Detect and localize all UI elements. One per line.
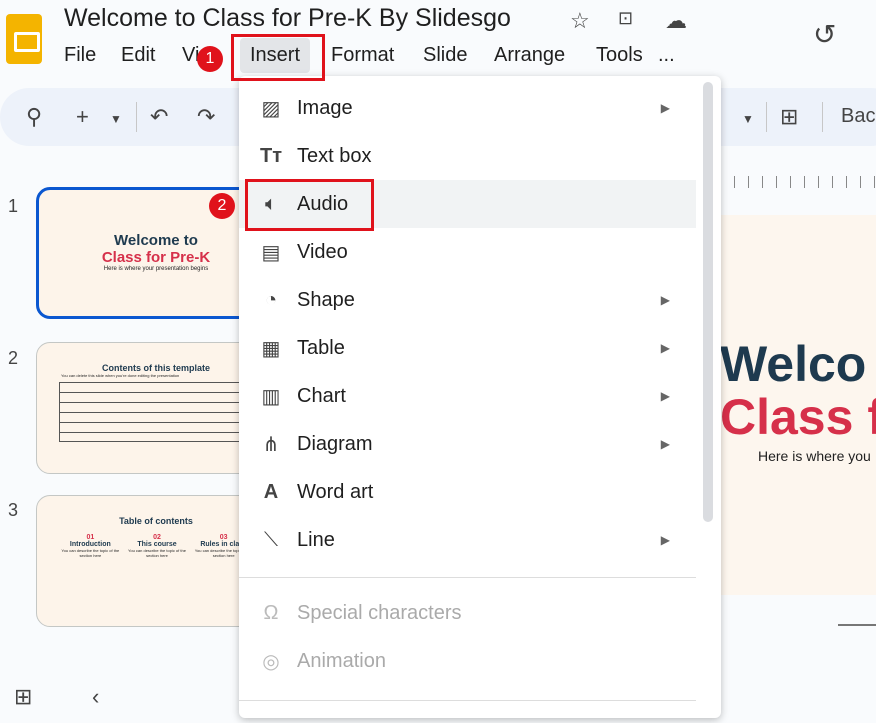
label: Diagram <box>297 432 373 455</box>
slides-logo[interactable] <box>6 14 42 64</box>
insert-menu: ▨ Image ▶ Tт Text box 🔈︎ Audio ▤ Video ◔ Shape… <box>239 76 721 718</box>
menu-scrollbar[interactable] <box>703 82 713 522</box>
chevron-down-icon[interactable]: ▼ <box>742 112 754 126</box>
divider <box>239 700 696 701</box>
menu-slide[interactable]: Slide <box>423 44 467 67</box>
menu-arrange[interactable]: Arrange <box>494 44 565 67</box>
redo-icon[interactable]: ↷ <box>197 104 215 130</box>
label: Animation <box>297 649 386 672</box>
menu-item-word-art[interactable]: A Word art <box>239 468 696 516</box>
search-icon[interactable]: ⚲ <box>26 104 42 130</box>
submenu-arrow-icon: ▶ <box>660 293 670 307</box>
menu-more[interactable]: ... <box>658 44 675 67</box>
label: Table <box>297 336 345 359</box>
submenu-arrow-icon: ▶ <box>660 533 670 547</box>
divider <box>822 102 823 132</box>
annotation-box-audio <box>245 179 374 231</box>
scroll-indicator <box>838 624 876 626</box>
diagram-icon: ⋔ <box>262 433 280 456</box>
divider <box>136 102 137 132</box>
document-title[interactable]: Welcome to Class for Pre-K By Slidesgo <box>64 4 511 33</box>
menu-item-animation: ◎ Animation <box>239 637 696 685</box>
slide-number: 1 <box>8 196 19 216</box>
chart-icon: ▥ <box>261 385 281 408</box>
menu-format[interactable]: Format <box>331 44 394 67</box>
section-number: 01 <box>86 534 95 541</box>
canvas-subtitle: Here is where you <box>758 448 871 464</box>
menu-item-table[interactable]: ▦ Table ▶ <box>239 324 696 372</box>
annotation-badge-1: 1 <box>197 46 223 72</box>
label: Special characters <box>297 601 462 624</box>
slide-canvas[interactable]: Welco Class fo Here is where you <box>720 215 876 595</box>
divider <box>239 577 696 578</box>
thumb-subtitle: Here is where your presentation begins <box>103 266 209 272</box>
label: Shape <box>297 288 355 311</box>
menu-item-line[interactable]: ⟍ Line ▶ <box>239 516 696 564</box>
menu-item-special-characters: Ω Special characters <box>239 589 696 637</box>
undo-icon[interactable]: ↶ <box>150 104 168 130</box>
section-desc: You can describe the topic of the sectio… <box>128 548 186 558</box>
annotation-badge-2: 2 <box>209 193 235 219</box>
submenu-arrow-icon: ▶ <box>660 101 670 115</box>
word-art-icon: A <box>263 480 279 503</box>
collapse-panel-icon[interactable]: ‹ <box>92 684 99 710</box>
slide-number: 2 <box>8 348 19 368</box>
label: Text box <box>297 144 372 167</box>
chevron-down-icon[interactable]: ▼ <box>110 112 122 126</box>
background-button[interactable]: Bac <box>841 105 875 128</box>
label: Word art <box>297 480 374 503</box>
label: Line <box>297 528 335 551</box>
thumb-title: Welcome to <box>114 232 198 249</box>
canvas-title-line1: Welco <box>720 336 867 392</box>
annotation-box-insert <box>231 34 325 81</box>
version-history-icon[interactable]: ↺ <box>813 18 836 51</box>
section-number: 02 <box>153 534 161 541</box>
grid-view-icon[interactable]: ⊞ <box>14 684 32 710</box>
image-icon: ▨ <box>261 97 281 120</box>
canvas-title-line2: Class fo <box>720 389 876 445</box>
menu-item-chart[interactable]: ▥ Chart ▶ <box>239 372 696 420</box>
cloud-saved-icon[interactable]: ☁ <box>665 8 687 34</box>
star-icon[interactable]: ☆ <box>570 8 590 34</box>
add-comment-icon[interactable]: ⊞ <box>780 104 798 130</box>
menu-item-diagram[interactable]: ⋔ Diagram ▶ <box>239 420 696 468</box>
submenu-arrow-icon: ▶ <box>660 437 670 451</box>
thumb-title: Class for Pre-K <box>101 249 211 266</box>
video-icon: ▤ <box>261 241 281 264</box>
line-icon: ⟍ <box>264 528 278 551</box>
section-desc: You can describe the topic of the sectio… <box>61 548 120 558</box>
divider <box>766 102 767 132</box>
table-icon: ▦ <box>261 337 281 360</box>
omega-icon: Ω <box>263 601 279 624</box>
menu-item-shape[interactable]: ◔ Shape ▶ <box>239 276 696 324</box>
menu-tools[interactable]: Tools <box>596 44 643 67</box>
menu-item-image[interactable]: ▨ Image ▶ <box>239 84 696 132</box>
label: Chart <box>297 384 346 407</box>
menu-item-video[interactable]: ▤ Video <box>239 228 696 276</box>
move-folder-icon[interactable]: ⊡ <box>618 8 633 29</box>
new-slide-icon[interactable]: + <box>76 104 89 130</box>
label: Video <box>297 240 348 263</box>
section-name: Introduction <box>69 541 111 548</box>
submenu-arrow-icon: ▶ <box>660 341 670 355</box>
text-box-icon: Tт <box>259 144 282 167</box>
menu-edit[interactable]: Edit <box>121 44 155 67</box>
slide-number: 3 <box>8 500 19 520</box>
menu-item-text-box[interactable]: Tт Text box <box>239 132 696 180</box>
shape-icon: ◔ <box>264 288 278 311</box>
menu-file[interactable]: File <box>64 44 96 67</box>
ruler <box>720 176 876 188</box>
label: Image <box>297 96 353 119</box>
animation-icon: ◎ <box>262 650 280 673</box>
section-name: This course <box>137 541 177 548</box>
submenu-arrow-icon: ▶ <box>660 389 670 403</box>
